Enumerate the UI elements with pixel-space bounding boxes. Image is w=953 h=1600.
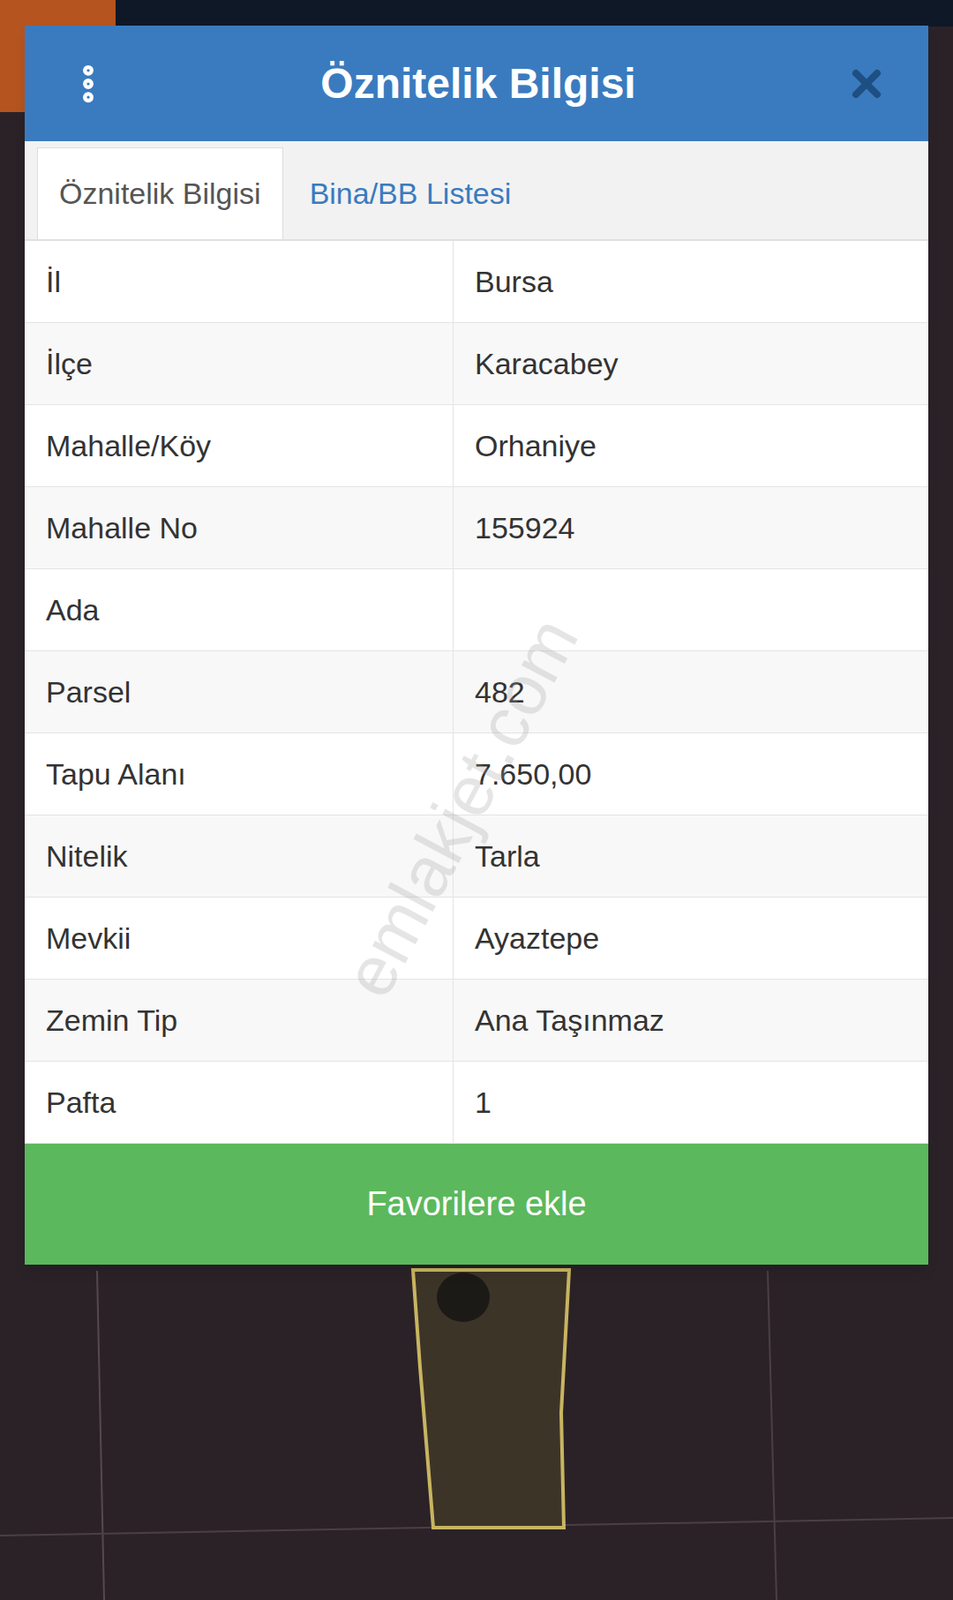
table-row: NitelikTarla bbox=[24, 815, 929, 898]
attribute-dialog: Öznitelik BilgisiÖznitelik BilgisiBina/B… bbox=[24, 25, 929, 1265]
row-label: Parsel bbox=[24, 651, 454, 733]
row-value: 155924 bbox=[453, 487, 929, 569]
row-label: Mahalle/Köy bbox=[24, 405, 454, 487]
row-label: İlçe bbox=[24, 322, 454, 405]
row-label: Nitelik bbox=[24, 815, 454, 897]
row-value: Orhaniye bbox=[453, 405, 929, 487]
row-label: Pafta bbox=[24, 1061, 454, 1143]
row-label: Tapu Alanı bbox=[24, 733, 454, 815]
row-value: Bursa bbox=[453, 240, 929, 323]
table-row: Mahalle/KöyOrhaniye bbox=[24, 405, 929, 488]
attribute-table: İlBursaİlçeKaracabeyMahalle/KöyOrhaniyeM… bbox=[24, 240, 929, 1144]
top-strip bbox=[0, 0, 953, 27]
table-row: Mahalle No155924 bbox=[24, 487, 929, 570]
dialog-title: Öznitelik Bilgisi bbox=[111, 52, 846, 116]
row-label: Mahalle No bbox=[24, 487, 454, 569]
table-row: MevkiiAyaztepe bbox=[24, 897, 929, 980]
table-row: İlBursa bbox=[24, 240, 929, 323]
map-screen: Öznitelik BilgisiÖznitelik BilgisiBina/B… bbox=[0, 0, 953, 1600]
tab[interactable]: Bina/BB Listesi bbox=[283, 147, 539, 240]
tab-bar: Öznitelik BilgisiBina/BB Listesi bbox=[24, 141, 929, 241]
table-row: Ada bbox=[24, 569, 929, 652]
table-row: Zemin TipAna Taşınmaz bbox=[24, 979, 929, 1062]
watermark: emlakjet.com bbox=[316, 607, 601, 1016]
dialog-header: Öznitelik Bilgisi bbox=[24, 25, 929, 142]
table-row: Tapu Alanı7.650,00 bbox=[24, 733, 929, 816]
row-label: Ada bbox=[24, 569, 454, 651]
row-value bbox=[453, 569, 929, 651]
row-value: Ayaztepe bbox=[453, 897, 929, 979]
parcel-outline[interactable] bbox=[412, 1269, 570, 1528]
row-label: Zemin Tip bbox=[24, 979, 454, 1061]
row-value: Karacabey bbox=[453, 322, 929, 405]
row-value: 7.650,00 bbox=[453, 733, 929, 815]
table-row: Pafta1 bbox=[24, 1061, 929, 1144]
row-value: Tarla bbox=[453, 815, 929, 897]
tab[interactable]: Öznitelik Bilgisi bbox=[37, 147, 284, 240]
row-value: 1 bbox=[453, 1061, 929, 1143]
menu-icon[interactable] bbox=[65, 60, 112, 107]
table-row: Parsel482 bbox=[24, 651, 929, 734]
favorite-button[interactable]: Favorilere ekle bbox=[24, 1143, 929, 1265]
close-icon[interactable] bbox=[845, 62, 888, 106]
row-value: Ana Taşınmaz bbox=[453, 979, 929, 1061]
row-label: İl bbox=[24, 240, 454, 323]
table-row: İlçeKaracabey bbox=[24, 322, 929, 406]
row-value: 482 bbox=[453, 651, 929, 733]
row-label: Mevkii bbox=[24, 897, 454, 979]
